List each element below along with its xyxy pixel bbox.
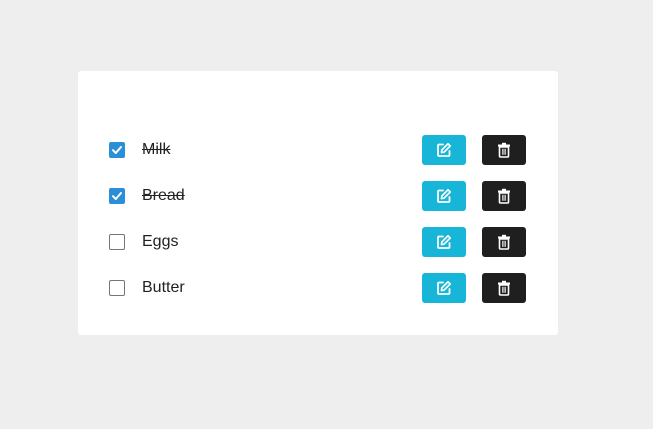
delete-button[interactable] (482, 135, 526, 165)
list-item: Butter (78, 273, 558, 303)
delete-button[interactable] (482, 273, 526, 303)
edit-button[interactable] (422, 227, 466, 257)
list-item: Bread (78, 181, 558, 211)
todo-list: Milk Bread Eggs Butter (78, 135, 558, 319)
edit-icon (437, 142, 452, 157)
item-checkbox[interactable] (109, 234, 125, 250)
trash-icon (498, 142, 510, 158)
delete-button[interactable] (482, 181, 526, 211)
item-label: Milk (142, 141, 171, 158)
delete-button[interactable] (482, 227, 526, 257)
trash-icon (498, 188, 510, 204)
edit-button[interactable] (422, 181, 466, 211)
check-icon (112, 192, 122, 200)
edit-button[interactable] (422, 273, 466, 303)
item-checkbox[interactable] (109, 188, 125, 204)
edit-icon (437, 188, 452, 203)
todo-card: Milk Bread Eggs Butter (78, 71, 558, 335)
item-label: Eggs (142, 233, 179, 250)
item-label: Bread (142, 187, 185, 204)
item-checkbox[interactable] (109, 142, 125, 158)
list-item: Eggs (78, 227, 558, 257)
edit-icon (437, 234, 452, 249)
check-icon (112, 146, 122, 154)
item-label: Butter (142, 279, 185, 296)
edit-button[interactable] (422, 135, 466, 165)
item-checkbox[interactable] (109, 280, 125, 296)
edit-icon (437, 280, 452, 295)
list-item: Milk (78, 135, 558, 165)
trash-icon (498, 280, 510, 296)
trash-icon (498, 234, 510, 250)
